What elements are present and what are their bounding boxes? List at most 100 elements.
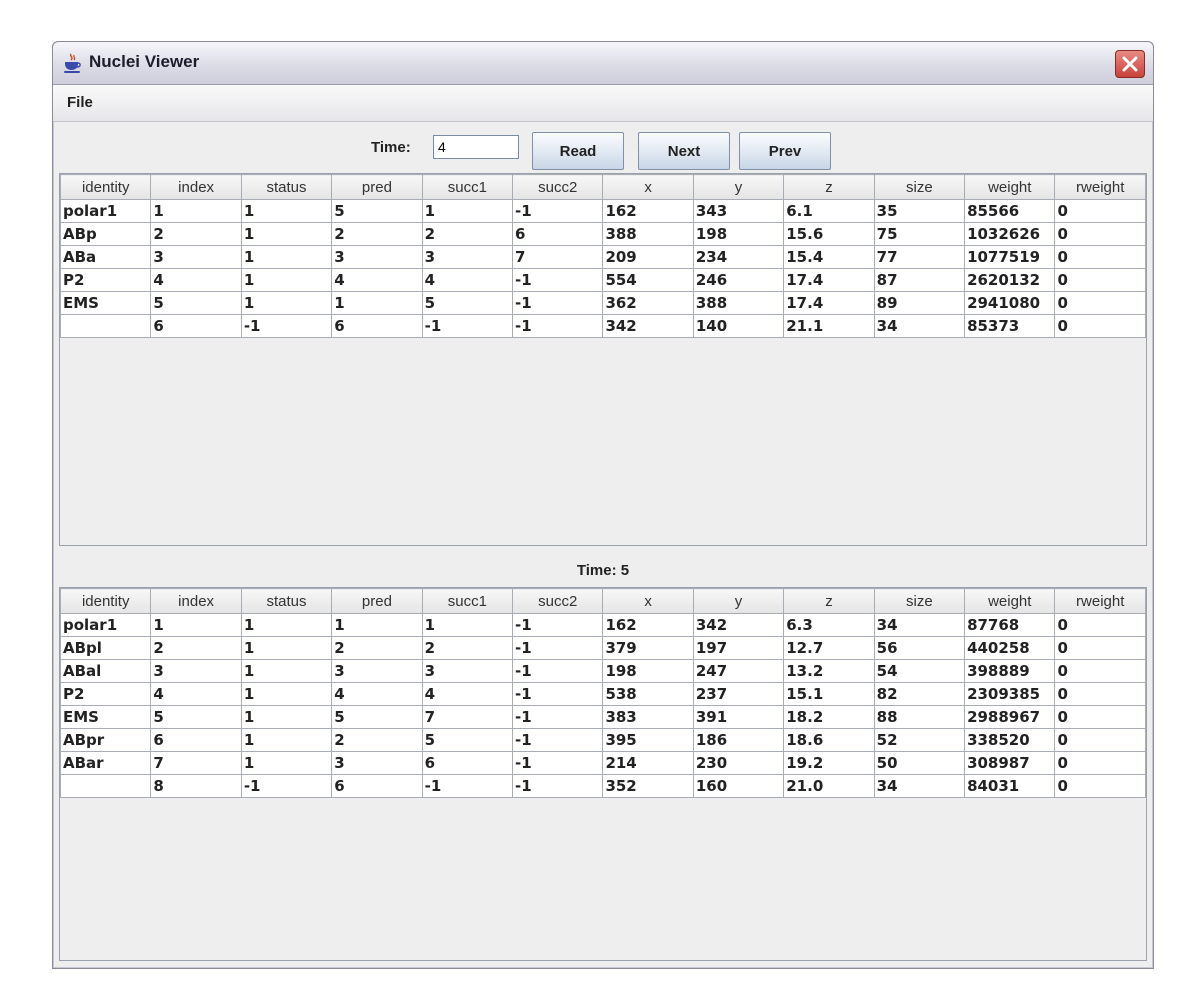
column-header-index[interactable]: index: [150, 588, 242, 614]
cell-x[interactable]: 395: [602, 728, 694, 752]
menu-file[interactable]: File: [67, 85, 93, 121]
column-header-y[interactable]: y: [692, 588, 785, 614]
table-row[interactable]: ABar 7 1 3 6 -1 214 230 19.2 50 308987 0: [59, 751, 1146, 775]
cell-weight[interactable]: 308987: [964, 751, 1056, 775]
cell-size[interactable]: 52: [873, 728, 966, 752]
cell-status[interactable]: 1: [240, 682, 333, 706]
cell-rweight[interactable]: 0: [1054, 314, 1146, 338]
cell-weight[interactable]: 2309385: [964, 682, 1056, 706]
column-header-weight[interactable]: weight: [964, 174, 1056, 200]
cell-index[interactable]: 4: [150, 682, 242, 706]
cell-identity[interactable]: [59, 774, 152, 798]
cell-identity[interactable]: polar1: [59, 199, 152, 223]
column-header-x[interactable]: x: [602, 174, 694, 200]
cell-weight[interactable]: 2988967: [964, 705, 1056, 729]
cell-x[interactable]: 379: [602, 636, 694, 660]
table-row[interactable]: polar1 1 1 1 1 -1 162 342 6.3 34 87768 0: [59, 613, 1146, 637]
cell-x[interactable]: 352: [602, 774, 694, 798]
cell-identity[interactable]: ABpl: [59, 636, 152, 660]
cell-size[interactable]: 54: [873, 659, 966, 683]
cell-status[interactable]: 1: [240, 291, 333, 315]
cell-index[interactable]: 5: [150, 705, 242, 729]
table-row[interactable]: P2 4 1 4 4 -1 538 237 15.1 82 2309385 0: [59, 682, 1146, 706]
table-row[interactable]: 8 -1 6 -1 -1 352 160 21.0 34 84031 0: [59, 774, 1146, 798]
cell-pred[interactable]: 3: [331, 245, 423, 269]
table-row[interactable]: P2 4 1 4 4 -1 554 246 17.4 87 2620132 0: [59, 268, 1146, 292]
cell-succ1[interactable]: 5: [421, 291, 514, 315]
cell-z[interactable]: 17.4: [783, 291, 875, 315]
cell-succ1[interactable]: -1: [421, 774, 514, 798]
cell-index[interactable]: 3: [150, 659, 242, 683]
cell-weight[interactable]: 85566: [964, 199, 1056, 223]
cell-weight[interactable]: 85373: [964, 314, 1056, 338]
cell-identity[interactable]: polar1: [59, 613, 152, 637]
cell-z[interactable]: 19.2: [783, 751, 875, 775]
column-header-pred[interactable]: pred: [331, 588, 423, 614]
cell-x[interactable]: 538: [602, 682, 694, 706]
time-input[interactable]: [433, 135, 519, 159]
column-header-status[interactable]: status: [240, 174, 333, 200]
cell-index[interactable]: 8: [150, 774, 242, 798]
cell-index[interactable]: 5: [150, 291, 242, 315]
current-time-table-panel[interactable]: identity index status pred succ1 succ2 x y z size…: [59, 173, 1147, 546]
close-button[interactable]: [1115, 50, 1145, 78]
cell-weight[interactable]: 1077519: [964, 245, 1056, 269]
cell-status[interactable]: 1: [240, 659, 333, 683]
table-row[interactable]: 6 -1 6 -1 -1 342 140 21.1 34 85373 0: [59, 314, 1146, 338]
column-header-size[interactable]: size: [873, 174, 966, 200]
cell-x[interactable]: 214: [602, 751, 694, 775]
cell-succ2[interactable]: 7: [512, 245, 604, 269]
cell-y[interactable]: 246: [692, 268, 785, 292]
cell-z[interactable]: 6.1: [783, 199, 875, 223]
cell-pred[interactable]: 2: [331, 728, 423, 752]
cell-z[interactable]: 12.7: [783, 636, 875, 660]
cell-succ2[interactable]: -1: [512, 199, 604, 223]
cell-succ2[interactable]: -1: [512, 751, 604, 775]
prev-button[interactable]: Prev: [739, 132, 831, 170]
cell-succ1[interactable]: 6: [421, 751, 514, 775]
cell-index[interactable]: 1: [150, 199, 242, 223]
cell-identity[interactable]: EMS: [59, 291, 152, 315]
cell-weight[interactable]: 84031: [964, 774, 1056, 798]
cell-x[interactable]: 554: [602, 268, 694, 292]
cell-size[interactable]: 56: [873, 636, 966, 660]
cell-succ2[interactable]: -1: [512, 728, 604, 752]
cell-y[interactable]: 343: [692, 199, 785, 223]
column-header-succ2[interactable]: succ2: [512, 588, 604, 614]
cell-size[interactable]: 34: [873, 613, 966, 637]
cell-rweight[interactable]: 0: [1054, 268, 1146, 292]
cell-size[interactable]: 88: [873, 705, 966, 729]
cell-status[interactable]: 1: [240, 613, 333, 637]
column-header-z[interactable]: z: [783, 588, 875, 614]
cell-succ2[interactable]: -1: [512, 268, 604, 292]
cell-identity[interactable]: EMS: [59, 705, 152, 729]
cell-y[interactable]: 197: [692, 636, 785, 660]
cell-succ1[interactable]: 4: [421, 682, 514, 706]
cell-y[interactable]: 234: [692, 245, 785, 269]
cell-size[interactable]: 89: [873, 291, 966, 315]
column-header-succ1[interactable]: succ1: [421, 174, 514, 200]
cell-identity[interactable]: ABar: [59, 751, 152, 775]
cell-y[interactable]: 391: [692, 705, 785, 729]
cell-y[interactable]: 140: [692, 314, 785, 338]
column-header-y[interactable]: y: [692, 174, 785, 200]
cell-rweight[interactable]: 0: [1054, 636, 1146, 660]
cell-succ1[interactable]: 4: [421, 268, 514, 292]
cell-z[interactable]: 21.0: [783, 774, 875, 798]
cell-pred[interactable]: 2: [331, 636, 423, 660]
cell-x[interactable]: 209: [602, 245, 694, 269]
column-header-x[interactable]: x: [602, 588, 694, 614]
column-header-identity[interactable]: identity: [59, 588, 152, 614]
column-header-size[interactable]: size: [873, 588, 966, 614]
cell-rweight[interactable]: 0: [1054, 199, 1146, 223]
cell-pred[interactable]: 1: [331, 291, 423, 315]
cell-y[interactable]: 198: [692, 222, 785, 246]
cell-size[interactable]: 75: [873, 222, 966, 246]
cell-index[interactable]: 3: [150, 245, 242, 269]
cell-z[interactable]: 6.3: [783, 613, 875, 637]
cell-z[interactable]: 15.6: [783, 222, 875, 246]
cell-rweight[interactable]: 0: [1054, 659, 1146, 683]
cell-succ1[interactable]: 1: [421, 613, 514, 637]
cell-succ2[interactable]: -1: [512, 659, 604, 683]
cell-index[interactable]: 6: [150, 314, 242, 338]
